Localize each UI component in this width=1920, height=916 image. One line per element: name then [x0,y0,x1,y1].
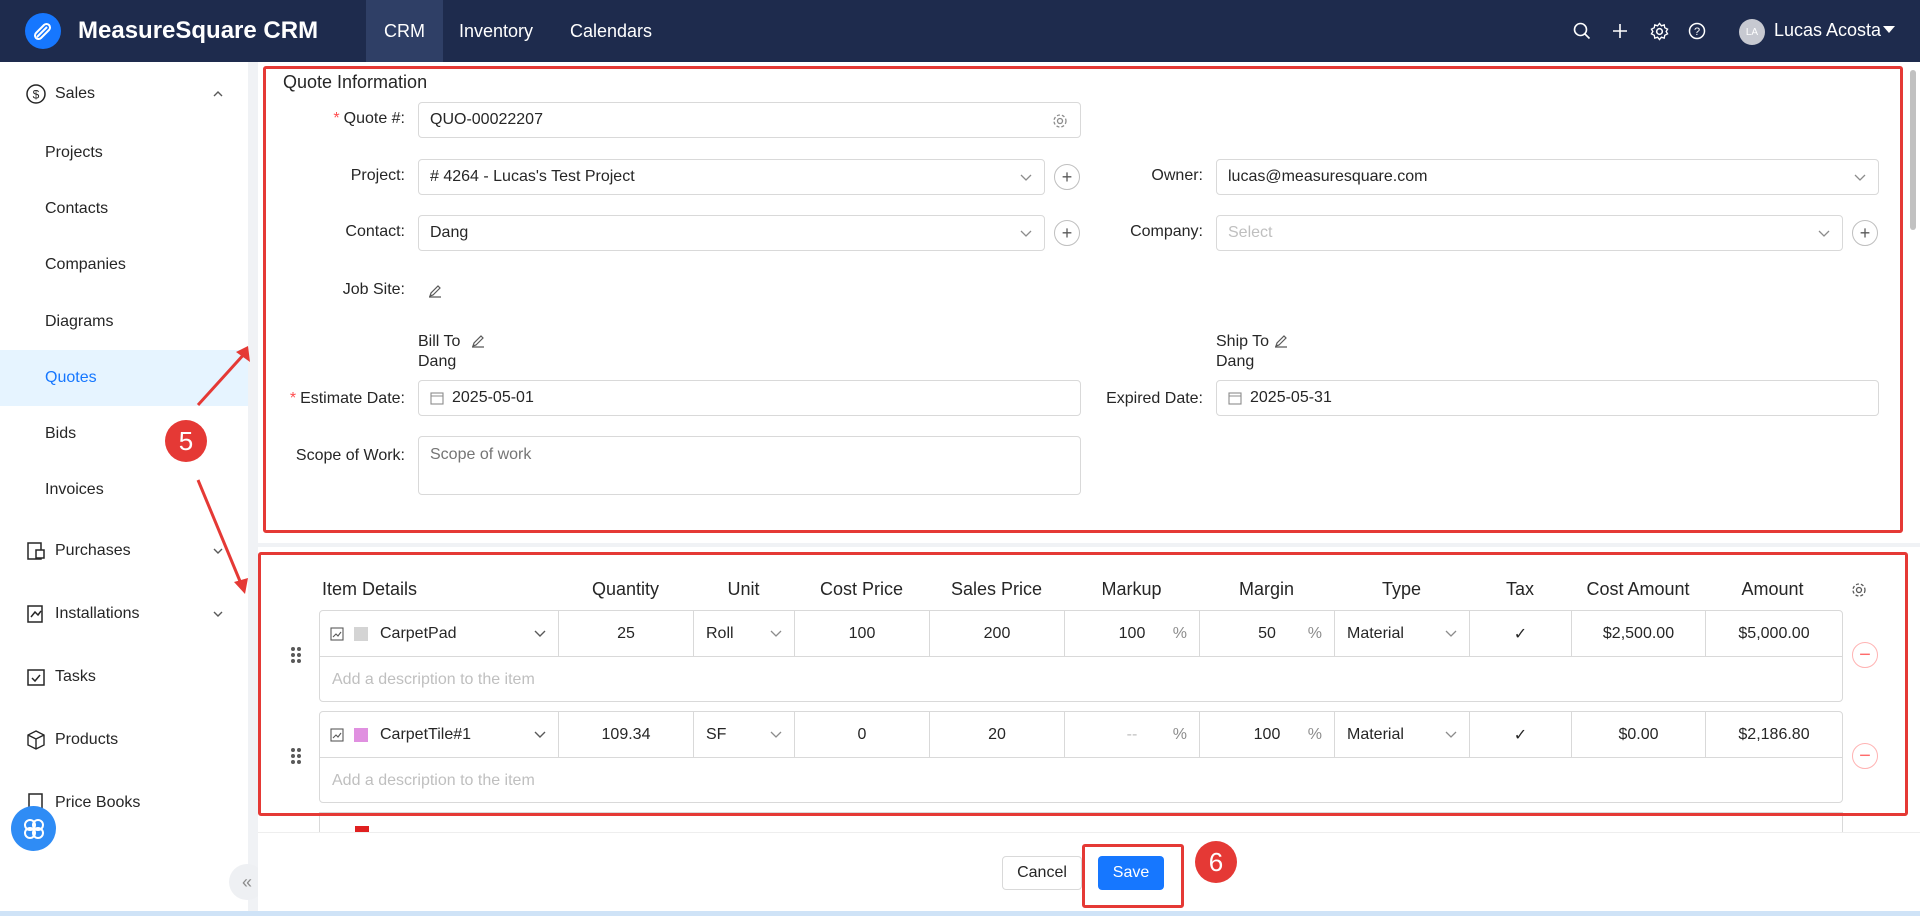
box-icon [27,730,45,750]
annotation-step-6: 6 [1195,841,1237,883]
sidebar-item-companies[interactable]: Companies [0,237,248,293]
sidebar-group-label: Price Books [55,794,141,811]
support-chat-icon[interactable] [11,806,56,851]
sidebar-group-label: Purchases [55,542,131,559]
sidebar-item-contacts[interactable]: Contacts [0,181,248,237]
section-divider [258,543,1920,547]
calendar-check-icon [27,669,45,686]
top-nav-bar: MeasureSquare CRM CRM Inventory Calendar… [0,0,1920,62]
chevron-up-icon[interactable] [213,89,223,99]
annotation-box-items [258,552,1908,816]
annotation-box-save [1082,844,1184,908]
settings-gear-icon[interactable] [1648,20,1670,42]
svg-text:$: $ [33,88,40,102]
app-logo-icon[interactable] [25,13,61,49]
cancel-button[interactable]: Cancel [1002,856,1082,890]
tab-calendars[interactable]: Calendars [552,0,670,62]
add-icon[interactable] [1609,20,1631,42]
sidebar-group-label: Installations [55,605,140,622]
user-name[interactable]: Lucas Acosta [1774,20,1881,41]
help-icon[interactable]: ? [1686,20,1708,42]
chevron-down-icon[interactable] [213,609,223,619]
sidebar-item-projects[interactable]: Projects [0,125,248,181]
sidebar-group-tasks[interactable]: Tasks [0,657,248,697]
annotation-box-quote-info [263,66,1903,533]
sidebar-group-label: Products [55,731,119,748]
sidebar-group-label: Sales [55,85,96,102]
installations-icon [27,605,43,623]
purchases-icon [27,542,45,560]
scrollbar[interactable] [1910,70,1916,230]
sidebar-group-sales[interactable]: $ Sales [0,74,248,114]
user-avatar[interactable]: LA [1739,19,1765,45]
sidebar-group-installations[interactable]: Installations [0,594,248,634]
app-name[interactable]: MeasureSquare CRM [78,17,318,45]
sidebar-group-label: Tasks [55,668,96,685]
search-icon[interactable] [1571,20,1593,42]
tab-inventory[interactable]: Inventory [441,0,551,62]
user-menu-caret-icon[interactable] [1883,26,1895,33]
tab-crm[interactable]: CRM [366,0,443,62]
sidebar-group-products[interactable]: Products [0,720,248,760]
annotation-arrows [196,346,250,594]
svg-text:?: ? [1694,26,1700,38]
bottom-border [0,911,1920,916]
dollar-circle-icon: $ [26,84,46,104]
